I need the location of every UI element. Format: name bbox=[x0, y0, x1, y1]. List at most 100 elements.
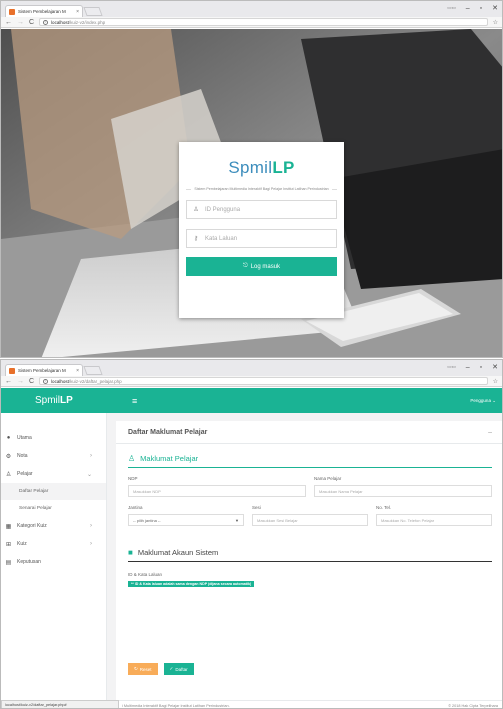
sidebar-item-label: Nota bbox=[17, 453, 28, 459]
notel-input[interactable]: Masukkan No. Telefon Pelajar bbox=[376, 514, 492, 526]
sidebar-subitem-daftar-pelajar[interactable]: Daftar Pelajar bbox=[1, 483, 106, 500]
tab-close-icon[interactable]: × bbox=[76, 368, 79, 374]
login-icon: ⎋ bbox=[242, 263, 248, 269]
gear-icon: ⚙ bbox=[5, 453, 12, 460]
sidebar-item-label: Utama bbox=[17, 435, 32, 441]
sesi-label: Sesi bbox=[252, 505, 261, 510]
browser-tab[interactable]: Sistem Pembelajaran M × bbox=[5, 364, 83, 376]
sidebar-item-nota[interactable]: ⚙ Nota › bbox=[1, 447, 106, 465]
sidebar-item-label: Keputusan bbox=[17, 559, 41, 565]
sidebar-item-pelajar[interactable]: ♙ Pelajar ⌄ bbox=[1, 465, 106, 483]
password-field[interactable]: ⚷ Kata Laluan bbox=[186, 229, 337, 248]
maximize-icon[interactable]: ▫ bbox=[480, 364, 482, 371]
jantina-value: -- pilih jantina -- bbox=[133, 517, 161, 523]
user-icon: ♙ bbox=[5, 471, 12, 478]
password-placeholder: Kata Laluan bbox=[205, 235, 238, 242]
jantina-select[interactable]: -- pilih jantina -- ▼ bbox=[128, 514, 244, 526]
address-bar[interactable]: i localhost /kuiz-v2/index.php bbox=[39, 18, 488, 26]
browser-titlebar: Sistem Pembelajaran M × ▭▭ – ▫ ✕ bbox=[1, 1, 502, 17]
panel-title: Daftar Maklumat Pelajar bbox=[128, 428, 208, 436]
collapse-icon[interactable]: – bbox=[488, 429, 492, 436]
login-button[interactable]: ⎋ Log masuk bbox=[186, 257, 337, 276]
sidebar-item-utama[interactable]: ● Utama bbox=[1, 429, 106, 447]
footer-right-text: © 2018 Hak Cipta Terpelihara bbox=[448, 703, 498, 708]
back-icon[interactable]: ← bbox=[5, 378, 12, 385]
reset-button-label: Reset bbox=[139, 666, 152, 672]
sesi-input[interactable]: Masukkan Sesi Belajar bbox=[252, 514, 368, 526]
nama-label: Nama Pelajar bbox=[314, 476, 342, 481]
profile-icon[interactable]: ▭▭ bbox=[447, 364, 456, 370]
reload-icon[interactable]: C bbox=[29, 19, 34, 26]
reload-icon[interactable]: C bbox=[29, 378, 34, 385]
forward-icon[interactable]: → bbox=[17, 19, 24, 26]
profile-icon[interactable]: ▭▭ bbox=[447, 5, 456, 11]
sesi-group: Sesi Masukkan Sesi Belajar bbox=[252, 505, 368, 526]
logo-text-part2: LP bbox=[272, 158, 295, 177]
divider bbox=[128, 467, 492, 468]
nama-input[interactable]: Masukkan Nama Pelajar bbox=[314, 485, 492, 497]
tab-title: Sistem Pembelajaran M bbox=[18, 9, 66, 14]
sidebar-item-kuiz[interactable]: ⊞ Kuiz › bbox=[1, 535, 106, 553]
cred-label: ID & Kata Laluan bbox=[128, 572, 163, 577]
new-tab-button[interactable] bbox=[83, 366, 103, 375]
user-icon: ♙ bbox=[193, 207, 199, 213]
account-section-header: ■ Maklumat Akaun Sistem bbox=[128, 548, 492, 557]
info-icon[interactable]: i bbox=[43, 19, 49, 25]
close-window-icon[interactable]: ✕ bbox=[492, 4, 498, 12]
chevron-right-icon: › bbox=[90, 541, 92, 547]
sidebar-item-kategori-kuiz[interactable]: ▦ Kategori Kuiz › bbox=[1, 517, 106, 535]
nama-placeholder: Masukkan Nama Pelajar bbox=[319, 488, 363, 494]
account-section: ■ Maklumat Akaun Sistem ID & Kata Laluan… bbox=[116, 548, 502, 587]
reset-button[interactable]: ↻ Reset bbox=[128, 663, 158, 675]
username-field[interactable]: ♙ ID Pengguna bbox=[186, 200, 337, 219]
notel-label: No. Tel. bbox=[376, 505, 392, 510]
close-window-icon[interactable]: ✕ bbox=[492, 363, 498, 371]
form-row: NDP Masukkan NDP Nama Pelajar Masukkan N… bbox=[128, 476, 492, 497]
info-icon[interactable]: i bbox=[43, 378, 49, 384]
back-icon[interactable]: ← bbox=[5, 19, 12, 26]
brand-text-part2: LP bbox=[60, 395, 73, 406]
plus-square-icon: ⊞ bbox=[5, 541, 12, 548]
ndp-group: NDP Masukkan NDP bbox=[128, 476, 306, 497]
forward-icon[interactable]: → bbox=[17, 378, 24, 385]
new-tab-button[interactable] bbox=[83, 7, 103, 16]
user-menu[interactable]: Pengguna ⌄ bbox=[470, 398, 496, 404]
reset-icon: ↻ bbox=[134, 666, 138, 671]
sidebar-item-keputusan[interactable]: ▤ Keputusan bbox=[1, 553, 106, 571]
menu-toggle-icon[interactable]: ≡ bbox=[132, 396, 137, 406]
ndp-input[interactable]: Masukkan NDP bbox=[128, 485, 306, 497]
minimize-icon[interactable]: – bbox=[466, 364, 470, 371]
sidebar-item-label: Pelajar bbox=[17, 471, 33, 477]
window-controls: ▭▭ – ▫ ✕ bbox=[447, 363, 498, 372]
form-buttons: ↻ Reset ✓ Daftar bbox=[128, 663, 194, 675]
tab-title: Sistem Pembelajaran M bbox=[18, 368, 66, 373]
sidebar-subitem-senarai-pelajar[interactable]: Senarai Pelajar bbox=[1, 500, 106, 517]
bookmark-star-icon[interactable]: ☆ bbox=[493, 19, 498, 26]
url-host: localhost bbox=[51, 19, 69, 25]
jantina-group: Jantina -- pilih jantina -- ▼ bbox=[128, 505, 244, 526]
bookmark-star-icon[interactable]: ☆ bbox=[493, 378, 498, 385]
logo-text-part1: Spmil bbox=[228, 158, 273, 177]
footer-left-text: i Multimedia Interaktif Bagi Pelajar Ins… bbox=[122, 703, 230, 708]
nama-group: Nama Pelajar Masukkan Nama Pelajar bbox=[314, 476, 492, 497]
address-bar[interactable]: i localhost /kuiz-v2/daftar_pelajar.php bbox=[39, 377, 488, 385]
tagline: Sistem Pembelajaran Multimedia Interakti… bbox=[186, 187, 338, 191]
browser-tab[interactable]: Sistem Pembelajaran M × bbox=[5, 5, 83, 17]
account-section-title: Maklumat Akaun Sistem bbox=[137, 548, 219, 557]
admin-app: Spmil LP ≡ Pengguna ⌄ ● Utama ⚙ Nota › ♙ … bbox=[1, 388, 502, 708]
register-button[interactable]: ✓ Daftar bbox=[163, 663, 194, 675]
ndp-placeholder: Masukkan NDP bbox=[133, 488, 161, 494]
maximize-icon[interactable]: ▫ bbox=[480, 5, 482, 12]
lock-icon: ■ bbox=[128, 548, 133, 557]
minimize-icon[interactable]: – bbox=[466, 5, 470, 12]
browser-titlebar: Sistem Pembelajaran M × ▭▭ – ▫ ✕ bbox=[1, 360, 502, 376]
window-controls: ▭▭ – ▫ ✕ bbox=[447, 4, 498, 13]
sidebar: ● Utama ⚙ Nota › ♙ Pelajar ⌄ Daftar Pela… bbox=[1, 413, 107, 708]
divider bbox=[331, 188, 338, 190]
cred-note-badge: ** ID & Kata laluan adalah sama dengan N… bbox=[128, 581, 255, 587]
admin-browser-window: Sistem Pembelajaran M × ▭▭ – ▫ ✕ ← → C i… bbox=[0, 359, 503, 709]
sidebar-item-label: Kuiz bbox=[17, 541, 27, 547]
tab-close-icon[interactable]: × bbox=[76, 9, 79, 15]
sidebar-brand[interactable]: Spmil LP bbox=[1, 388, 124, 413]
